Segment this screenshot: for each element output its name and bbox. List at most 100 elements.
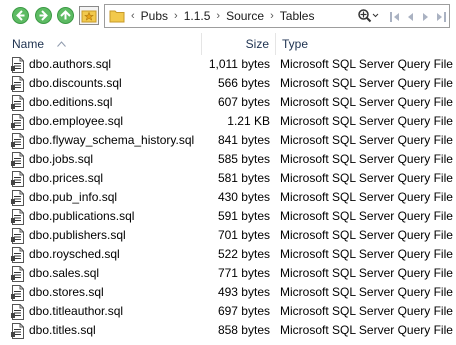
favorites-button[interactable] [79, 6, 99, 25]
sql-file-icon [11, 323, 25, 339]
file-size: 585 bytes [217, 152, 270, 166]
file-name: dbo.discounts.sql [29, 76, 122, 90]
file-name: dbo.roysched.sql [29, 247, 120, 261]
forward-button[interactable] [35, 7, 52, 24]
file-name: dbo.publishers.sql [29, 228, 126, 242]
file-size: 771 bytes [217, 266, 270, 280]
column-header-name-label: Name [12, 37, 45, 51]
breadcrumb-item[interactable]: Source [226, 9, 264, 23]
file-name: dbo.prices.sql [29, 171, 104, 185]
file-size: 581 bytes [217, 171, 270, 185]
sql-file-icon [11, 114, 25, 130]
file-row[interactable]: dbo.publishers.sql 701 bytes Microsoft SQL… [0, 226, 456, 245]
address-tool-next[interactable] [420, 10, 432, 24]
address-tool-prev[interactable] [404, 10, 416, 24]
sql-file-icon [11, 209, 25, 225]
breadcrumb-item[interactable]: Pubs [141, 9, 168, 23]
file-type: Microsoft SQL Server Query File [280, 133, 453, 147]
file-row[interactable]: dbo.flyway_schema_history.sql 841 bytes Mi… [0, 131, 456, 150]
triangle-right-icon [422, 12, 428, 21]
sql-file-icon [11, 247, 25, 263]
file-size: 841 bytes [217, 133, 270, 147]
file-size: 701 bytes [217, 228, 270, 242]
file-name: dbo.publications.sql [29, 209, 135, 223]
file-size: 566 bytes [217, 76, 270, 90]
sql-file-icon [11, 228, 25, 244]
triangle-left-icon [408, 12, 414, 21]
file-row[interactable]: dbo.editions.sql 607 bytes Microsoft SQL S… [0, 93, 456, 112]
address-tool-left[interactable] [389, 10, 401, 24]
file-row[interactable]: dbo.sales.sql 771 bytes Microsoft SQL Serv… [0, 264, 456, 283]
sql-file-icon [11, 95, 25, 111]
file-row[interactable]: dbo.prices.sql 581 bytes Microsoft SQL Ser… [0, 169, 456, 188]
address-tool-right[interactable] [435, 10, 447, 24]
file-size: 1.21 KB [227, 114, 270, 128]
file-list: dbo.authors.sql 1,011 bytes Microsoft SQL … [0, 55, 456, 340]
file-name: dbo.flyway_schema_history.sql [29, 133, 195, 147]
pin-right-icon [436, 11, 446, 22]
file-name: dbo.employee.sql [29, 114, 124, 128]
file-type: Microsoft SQL Server Query File [280, 304, 453, 318]
breadcrumb-separator: › [174, 10, 178, 22]
file-type: Microsoft SQL Server Query File [280, 285, 453, 299]
file-size: 1,011 bytes [208, 57, 270, 71]
file-name: dbo.jobs.sql [29, 152, 94, 166]
file-row[interactable]: dbo.employee.sql 1.21 KB Microsoft SQL Ser… [0, 112, 456, 131]
file-type: Microsoft SQL Server Query File [280, 247, 453, 261]
back-arrow-icon [16, 10, 25, 21]
breadcrumb-item[interactable]: 1.1.5 [184, 9, 211, 23]
file-name: dbo.stores.sql [29, 285, 104, 299]
file-row[interactable]: dbo.titles.sql 858 bytes Microsoft SQL Ser… [0, 321, 456, 340]
file-size: 591 bytes [217, 209, 270, 223]
file-row[interactable]: dbo.roysched.sql 522 bytes Microsoft SQL S… [0, 245, 456, 264]
file-name: dbo.editions.sql [29, 95, 113, 109]
file-name: dbo.sales.sql [29, 266, 100, 280]
column-header-size[interactable]: Size [202, 33, 276, 55]
sql-file-icon [11, 152, 25, 168]
file-size: 858 bytes [217, 323, 270, 337]
search-button[interactable] [357, 8, 379, 24]
up-button[interactable] [57, 7, 74, 24]
forward-arrow-icon [39, 10, 48, 21]
file-type: Microsoft SQL Server Query File [280, 190, 453, 204]
favorites-star-icon [81, 10, 97, 23]
file-type: Microsoft SQL Server Query File [280, 171, 453, 185]
sql-file-icon [11, 57, 25, 73]
file-size: 522 bytes [217, 247, 270, 261]
pin-left-icon [390, 11, 399, 22]
file-row[interactable]: dbo.jobs.sql 585 bytes Microsoft SQL Serve… [0, 150, 456, 169]
file-type: Microsoft SQL Server Query File [280, 152, 453, 166]
sql-file-icon [11, 285, 25, 301]
folder-icon [109, 10, 125, 23]
file-row[interactable]: dbo.discounts.sql 566 bytes Microsoft SQL … [0, 74, 456, 93]
breadcrumb: ‹ Pubs › 1.1.5 › Source › Tables [131, 5, 314, 27]
file-row[interactable]: dbo.publications.sql 591 bytes Microsoft S… [0, 207, 456, 226]
sql-file-icon [11, 190, 25, 206]
sql-file-icon [11, 171, 25, 187]
file-size: 430 bytes [217, 190, 270, 204]
address-bar[interactable]: ‹ Pubs › 1.1.5 › Source › Tables [104, 4, 450, 28]
file-row[interactable]: dbo.pub_info.sql 430 bytes Microsoft SQL S… [0, 188, 456, 207]
file-type: Microsoft SQL Server Query File [280, 209, 453, 223]
file-name: dbo.titleauthor.sql [29, 304, 124, 318]
file-size: 493 bytes [217, 285, 270, 299]
file-row[interactable]: dbo.titleauthor.sql 697 bytes Microsoft SQ… [0, 302, 456, 321]
sql-file-icon [11, 133, 25, 149]
sql-file-icon [11, 76, 25, 92]
file-type: Microsoft SQL Server Query File [280, 114, 453, 128]
file-type: Microsoft SQL Server Query File [280, 228, 453, 242]
breadcrumb-separator: › [270, 10, 274, 22]
sort-ascending-icon [57, 41, 66, 47]
column-header-name[interactable]: Name [0, 33, 202, 55]
file-size: 697 bytes [217, 304, 270, 318]
file-type: Microsoft SQL Server Query File [280, 323, 453, 337]
file-type: Microsoft SQL Server Query File [280, 76, 453, 90]
breadcrumb-item[interactable]: Tables [280, 9, 315, 23]
back-button[interactable] [12, 7, 29, 24]
file-row[interactable]: dbo.authors.sql 1,011 bytes Microsoft SQL … [0, 55, 456, 74]
column-header: Name Size Type [0, 33, 456, 55]
file-row[interactable]: dbo.stores.sql 493 bytes Microsoft SQL Ser… [0, 283, 456, 302]
column-header-type[interactable]: Type [276, 33, 456, 55]
file-size: 607 bytes [217, 95, 270, 109]
file-name: dbo.titles.sql [29, 323, 96, 337]
